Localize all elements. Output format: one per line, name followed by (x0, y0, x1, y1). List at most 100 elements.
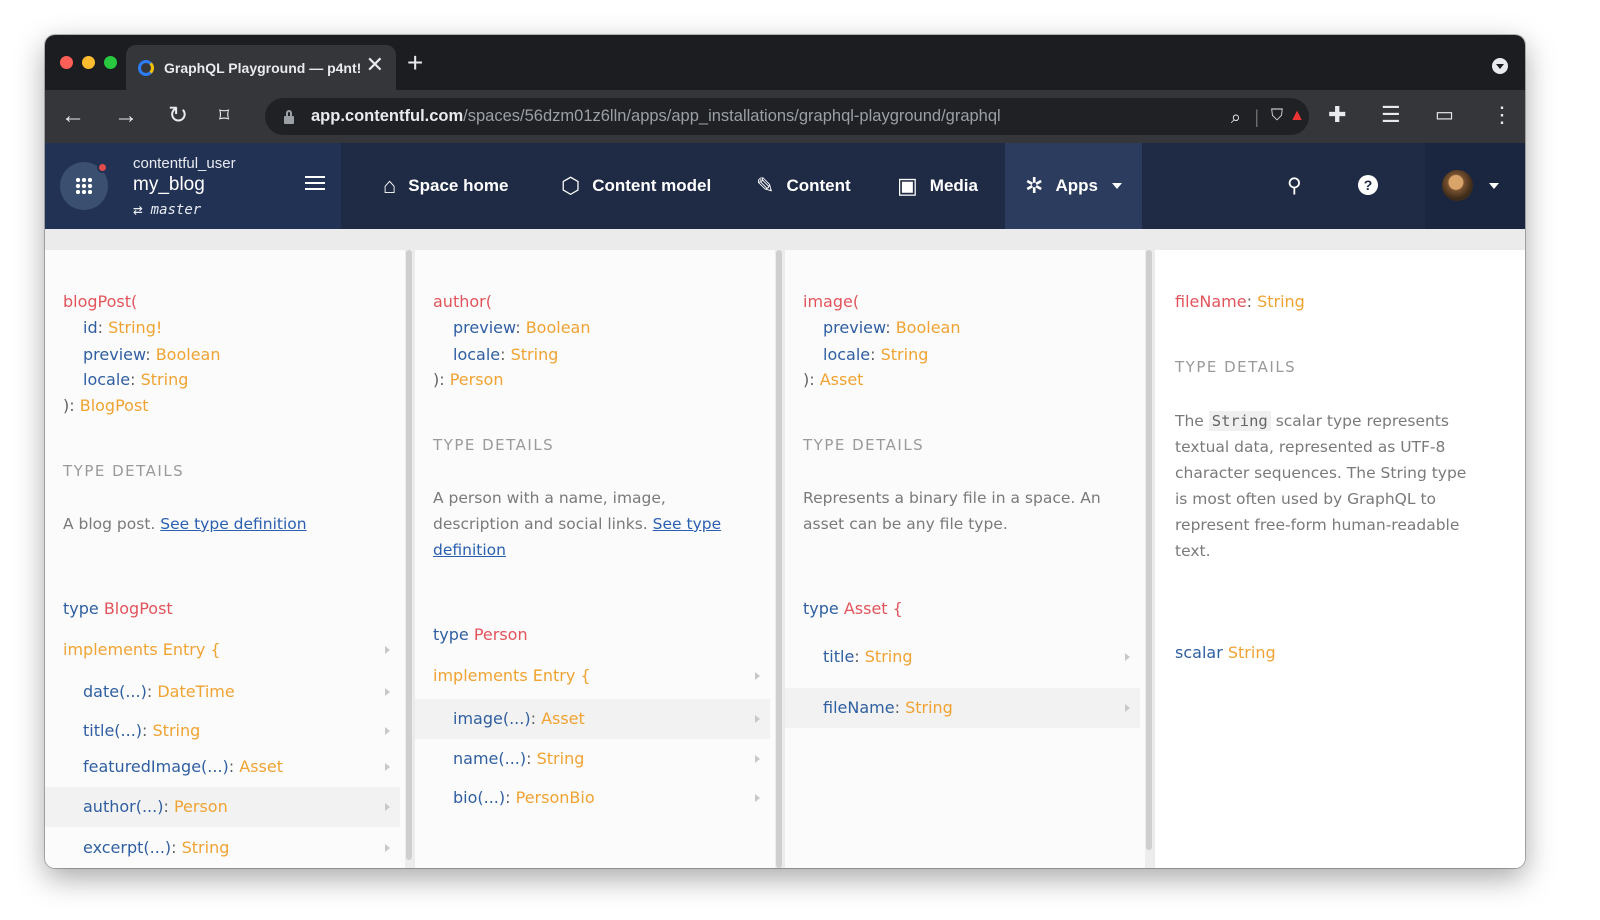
nav-content-model-label: Content model (592, 176, 712, 195)
environment-name: master (150, 201, 202, 218)
tab-strip: GraphQL Playground — p4nt! ✕ + (45, 35, 1525, 90)
type-details-header: TYPE DETAILS (63, 462, 185, 480)
puzzle-icon: ✲ (1025, 173, 1044, 198)
field-name: author( (433, 292, 492, 311)
docs-explorer: blogPost( id: String! preview: Boolean l… (45, 229, 1525, 868)
cube-icon: ⬡ (561, 173, 581, 198)
tab-close-icon[interactable]: ✕ (366, 54, 384, 76)
zoom-icon[interactable]: ⌕ (1231, 107, 1241, 128)
reload-icon[interactable]: ↻ (168, 102, 188, 130)
forward-arrow-icon[interactable]: → (114, 102, 138, 130)
space-name: my_blog (133, 174, 205, 195)
hamburger-menu-icon[interactable] (305, 176, 325, 190)
query-name: blogPost( (63, 292, 138, 311)
type-description: The String scalar type represents textua… (1175, 411, 1467, 560)
lock-icon (283, 109, 295, 124)
return-type: ): Asset (803, 370, 864, 389)
see-type-definition-link[interactable]: See type (653, 515, 721, 533)
arg-locale: locale: String (83, 370, 189, 389)
field-row-selected[interactable]: fileName: String (785, 688, 1140, 728)
return-type: ): Person (433, 370, 504, 389)
chevron-down-icon (1111, 183, 1122, 189)
arg-locale: locale: String (823, 345, 929, 364)
new-tab-plus-icon[interactable]: + (407, 49, 423, 77)
nav-media[interactable]: ▣ Media (897, 143, 978, 229)
arg-id: id: String! (83, 318, 163, 337)
tab-search-icon[interactable] (1492, 58, 1508, 74)
account-menu[interactable] (1425, 143, 1525, 229)
nav-content-model[interactable]: ⬡ Content model (561, 143, 711, 229)
home-icon: ⌂ (383, 173, 397, 198)
address-bar[interactable]: app.contentful.com/spaces/56dzm01z6lln/a… (265, 98, 1309, 135)
browser-tab-active[interactable]: GraphQL Playground — p4nt! ✕ (126, 45, 396, 90)
see-type-definition-link[interactable]: definition (433, 541, 506, 559)
rewards-triangle-icon[interactable]: ▲ (1289, 107, 1305, 125)
close-window-button[interactable] (60, 56, 73, 69)
implements-row[interactable]: implements Entry { (45, 630, 405, 670)
environment-icon: ⇄ (133, 200, 143, 219)
field-name: image( (803, 292, 860, 311)
reading-list-icon[interactable]: ☰ (1381, 103, 1401, 127)
nav-content[interactable]: ✎ Content (756, 143, 851, 229)
field-row[interactable]: date(...): DateTime (45, 672, 405, 712)
avatar[interactable] (1442, 170, 1473, 201)
type-declaration: type Asset { (803, 599, 903, 618)
url-path: /spaces/56dzm01z6lln/apps/app_installati… (463, 107, 1001, 125)
back-arrow-icon[interactable]: ← (61, 102, 85, 130)
shield-icon[interactable]: ⛉ (1271, 107, 1283, 125)
browser-toolbar: ← → ↻ ⌑ app.contentful.com/spaces/56dzm0… (45, 90, 1525, 143)
arg-preview: preview: Boolean (453, 318, 591, 337)
chevron-right-icon (385, 844, 390, 852)
scalar-declaration: scalar String (1175, 643, 1276, 662)
docs-column-asset[interactable]: image( preview: Boolean locale: String )… (785, 250, 1145, 868)
type-description: A person with a name, image, description… (433, 489, 722, 559)
browser-window: GraphQL Playground — p4nt! ✕ + ← → ↻ ⌑ a… (45, 35, 1525, 868)
nav-apps[interactable]: ✲ Apps (1005, 143, 1142, 229)
nav-space-home[interactable]: ⌂ Space home (383, 143, 508, 229)
field-row-selected[interactable]: image(...): Asset (415, 699, 770, 739)
docs-column-string[interactable]: fileName: String TYPE DETAILS The String… (1155, 250, 1525, 868)
more-menu-icon[interactable]: ⋮ (1491, 103, 1513, 127)
nav-space-home-label: Space home (408, 176, 509, 195)
environment: ⇄ master (133, 200, 201, 219)
type-details-header: TYPE DETAILS (433, 436, 555, 454)
user-name: contentful_user (133, 155, 236, 172)
help-icon[interactable]: ? (1358, 175, 1378, 195)
column-scrollbar[interactable] (405, 250, 413, 868)
see-type-definition-link[interactable]: See type definition (160, 515, 306, 533)
column-scrollbar[interactable] (775, 250, 783, 868)
tab-title: GraphQL Playground — p4nt! (164, 59, 360, 76)
type-details-header: TYPE DETAILS (1175, 358, 1297, 376)
docs-column-person[interactable]: author( preview: Boolean locale: String … (415, 250, 775, 868)
field-row[interactable]: bio(...): PersonBio (415, 778, 775, 818)
minimize-window-button[interactable] (82, 56, 95, 69)
extensions-puzzle-icon[interactable]: ✚ (1328, 103, 1346, 127)
type-description: A blog post. See type definition (63, 515, 307, 533)
chevron-right-icon (385, 646, 390, 654)
app-grid-icon[interactable] (60, 162, 108, 210)
search-icon[interactable]: ⚲ (1287, 173, 1302, 198)
chevron-down-icon (1489, 183, 1499, 189)
wallet-icon[interactable]: ▭ (1435, 103, 1454, 127)
field-row[interactable]: excerpt(...): String (45, 828, 405, 868)
space-switcher[interactable]: contentful_user my_blog ⇄ master (45, 143, 341, 229)
separator: | (1254, 107, 1259, 127)
field-row[interactable]: featuredImage(...): Asset (45, 747, 405, 787)
arg-locale: locale: String (453, 345, 559, 364)
type-description: Represents a binary file in a space. An … (803, 489, 1101, 533)
chevron-right-icon (755, 755, 760, 763)
type-details-header: TYPE DETAILS (803, 436, 925, 454)
implements-row[interactable]: implements Entry { (415, 656, 775, 696)
chevron-right-icon (385, 688, 390, 696)
bookmark-icon[interactable]: ⌑ (219, 102, 229, 130)
column-scrollbar[interactable] (1145, 250, 1153, 868)
edit-icon: ✎ (756, 173, 775, 198)
field-row[interactable]: title(...): String (45, 711, 405, 751)
nav-apps-label: Apps (1055, 176, 1098, 195)
maximize-window-button[interactable] (104, 56, 117, 69)
chevron-right-icon (1125, 704, 1130, 712)
docs-column-blogpost[interactable]: blogPost( id: String! preview: Boolean l… (45, 250, 405, 868)
field-row-selected[interactable]: author(...): Person (45, 787, 400, 827)
field-row[interactable]: title: String (785, 637, 1145, 677)
field-row[interactable]: name(...): String (415, 739, 775, 779)
